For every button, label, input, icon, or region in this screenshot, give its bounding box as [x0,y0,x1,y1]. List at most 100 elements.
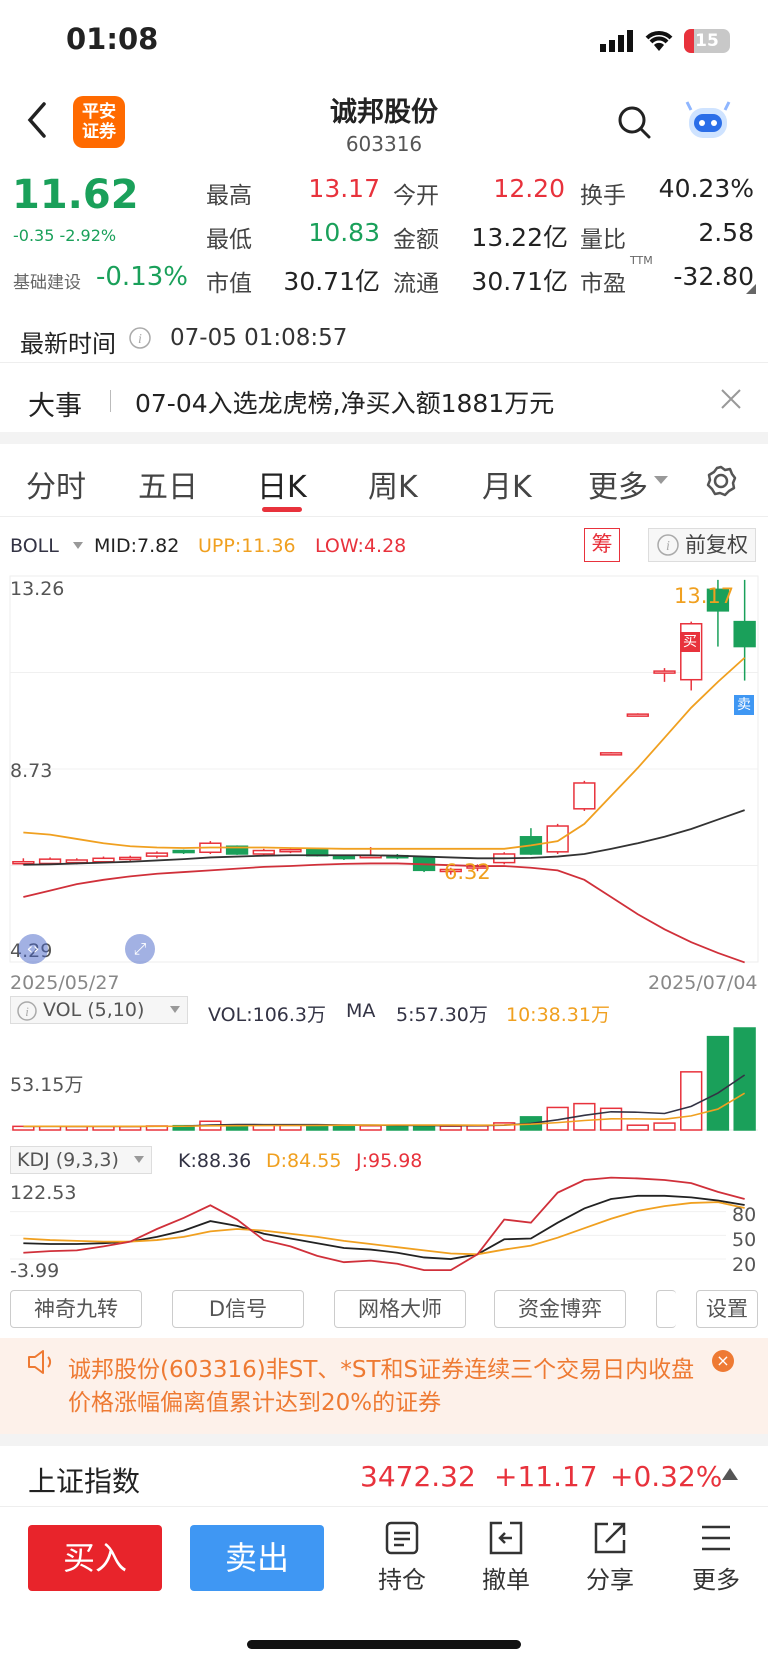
fullscreen-icon[interactable]: ⤢ [125,934,155,964]
search-icon[interactable] [616,104,652,140]
amount-label: 金额 [393,227,439,253]
candlestick [65,859,88,864]
kdj-level-20: 20 [732,1254,757,1276]
volume-bar [359,1125,382,1131]
news-headline[interactable]: 07-04入选龙虎榜,净买入额1881万元 [135,384,554,420]
kdj-indicator-selector[interactable]: KDJ (9,3,3) [10,1146,152,1174]
signal-icon [600,30,633,52]
divider [0,1506,768,1507]
latest-time-label: 最新时间 [20,330,116,358]
buy-button[interactable]: 买入 [28,1525,162,1591]
settings-gear-icon[interactable] [704,464,738,498]
kline-chart[interactable] [0,570,768,968]
vol-y-label: 53.15万 [10,1074,84,1096]
kdj-d-line [23,1201,745,1256]
robot-assistant-icon[interactable] [683,100,733,144]
battery-icon: 15 [684,29,730,53]
speaker-icon [28,1350,52,1374]
more-tools-button[interactable] [656,1290,676,1328]
magic-nine-button[interactable]: 神奇九转 [10,1290,142,1328]
svg-text:i: i [138,332,142,347]
kdj-d: D:84.55 [266,1150,342,1172]
divider [0,362,768,363]
pe-label: 市盈 [580,271,626,297]
index-change-percent: +0.32% [610,1460,723,1493]
close-icon[interactable] [720,388,742,410]
boll-low: LOW:4.28 [315,535,407,557]
volume-ratio-label: 量比 [580,227,626,253]
low-price-marker: 6.32 [444,860,491,884]
kdj-y-bottom: -3.99 [10,1260,60,1282]
price-change: -0.35 -2.92% [13,226,117,245]
y-axis-top-label: 13.26 [10,578,65,600]
positions-icon [385,1521,419,1555]
stock-name: 诚邦股份 [330,97,438,128]
close-icon[interactable]: × [712,1350,734,1372]
vol-ma5: 5:57.30万 [396,1004,488,1026]
kdj-chart[interactable] [0,1176,768,1280]
pe-value: -32.80 [673,262,754,291]
candlestick [573,782,596,810]
info-icon[interactable]: i [128,326,152,350]
settings-button[interactable]: 设置 [696,1290,758,1328]
caret-down-icon [654,476,668,484]
share-button[interactable]: 分享 [570,1520,650,1595]
buy-signal-tag[interactable]: 买 [680,632,700,652]
candlestick [145,852,169,857]
info-icon: i [657,534,679,556]
tab-five-day[interactable]: 五日 [138,462,198,506]
candlestick [546,825,569,853]
boll-indicator-name[interactable]: BOLL [10,535,59,557]
tab-weekly-k[interactable]: 周K [368,462,418,506]
home-indicator [247,1640,521,1649]
volume-bar [466,1125,489,1131]
more-button[interactable]: 更多 [676,1520,756,1595]
grid-master-button[interactable]: 网格大师 [334,1290,466,1328]
candlestick [279,848,302,853]
sell-signal-tag[interactable]: 卖 [734,695,754,715]
cancel-order-button[interactable]: 撤单 [466,1520,546,1595]
kdj-level-80: 80 [732,1204,757,1226]
amount-value: 13.22亿 [471,223,568,252]
pe-ttm-label: TTM [630,254,653,267]
vol-ma10: 10:38.31万 [506,1004,610,1026]
tab-intraday[interactable]: 分时 [26,462,86,506]
section-gap [0,1434,768,1446]
chip-distribution-button[interactable]: 筹 [584,528,620,562]
alert-text[interactable]: 诚邦股份(603316)非ST、*ST和S证券连续三个交易日内收盘价格涨幅偏离值… [68,1354,698,1420]
volume-chart[interactable] [0,1026,768,1136]
tab-more[interactable]: 更多 [588,462,648,506]
d-signal-button[interactable]: D信号 [172,1290,304,1328]
volume-bar [386,1124,409,1131]
sell-button[interactable]: 卖出 [190,1525,324,1591]
low-value: 10.83 [308,218,380,247]
tab-monthly-k[interactable]: 月K [482,462,532,506]
scroll-chart-icon[interactable]: ‹› [18,934,48,964]
volume-bar [626,1124,649,1131]
menu-icon [702,1525,730,1551]
capital-game-button[interactable]: 资金博弈 [494,1290,626,1328]
kdj-k: K:88.36 [178,1150,252,1172]
expand-up-icon[interactable] [722,1468,738,1480]
index-value: 3472.32 [360,1460,476,1493]
tab-daily-k[interactable]: 日K [257,462,307,506]
info-icon: i [17,1001,37,1021]
caret-down-icon[interactable] [73,542,83,550]
index-name[interactable]: 上证指数 [28,1460,140,1500]
volume-bar [680,1071,703,1131]
cancel-order-icon [489,1521,523,1555]
candlestick [626,713,649,717]
volume-bar [706,1035,730,1131]
candlestick [119,856,142,861]
latest-time-value: 07-05 01:08:57 [170,325,348,351]
high-value: 13.17 [308,174,380,203]
tab-active-indicator [262,507,302,512]
vol-value: VOL:106.3万 [208,1004,326,1026]
candlestick [332,855,356,860]
high-price-marker: 13.17 [674,584,735,608]
news-separator [110,390,111,412]
sector-name[interactable]: 基础建设 [13,268,81,293]
positions-button[interactable]: 持仓 [362,1520,442,1595]
date-end-label: 2025/07/04 [648,972,758,994]
share-icon [594,1522,626,1554]
